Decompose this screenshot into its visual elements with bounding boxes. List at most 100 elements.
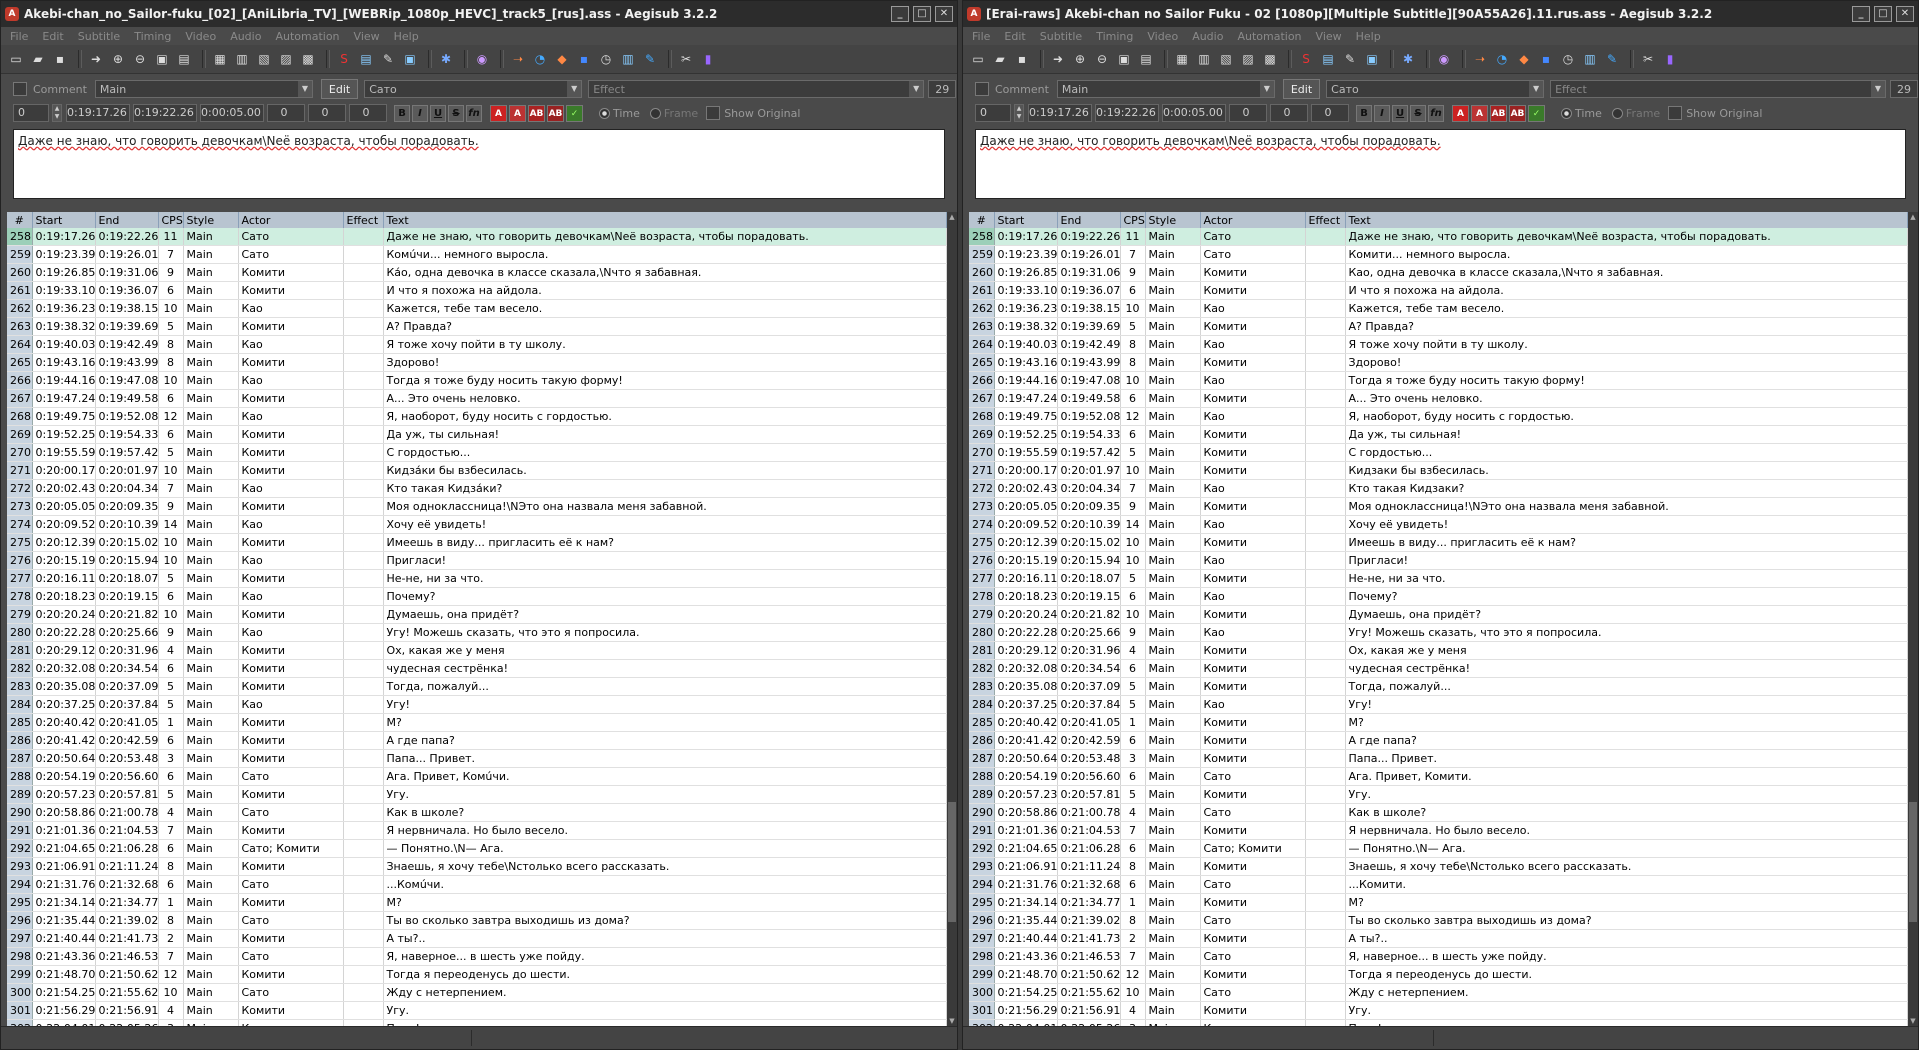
table-row[interactable]: 259 0:19:23.39 0:19:26.01 7 Main Сато Комити..… (969, 245, 1908, 264)
subtitles-icon[interactable]: ▩ (1261, 50, 1279, 68)
table-row[interactable]: 285 0:20:40.42 0:20:41.05 1 Main Комити М? (7, 713, 947, 732)
bold-button[interactable]: B (394, 104, 410, 122)
table-row[interactable]: 296 0:21:35.44 0:21:39.02 8 Main Сато Ты во ск… (969, 911, 1908, 930)
font-button[interactable]: fn (466, 104, 482, 122)
find-replace-icon[interactable]: ✱ (1399, 50, 1417, 68)
margin-vertical-field[interactable]: 0 (1311, 104, 1349, 122)
table-row[interactable]: 266 0:19:44.16 0:19:47.08 10 Main Као Тогда я … (7, 371, 947, 390)
frame-radio[interactable] (649, 107, 661, 119)
italic-button[interactable]: I (1374, 104, 1390, 122)
table-row[interactable]: 283 0:20:35.08 0:20:37.09 5 Main Комити Тогда,… (969, 677, 1908, 696)
table-row[interactable]: 275 0:20:12.39 0:20:15.02 10 Main Комити Имееш… (7, 533, 947, 552)
table-row[interactable]: 286 0:20:41.42 0:20:42.59 6 Main Комити А где … (7, 731, 947, 750)
table-row[interactable]: 273 0:20:05.05 0:20:09.35 9 Main Комити Моя од… (969, 497, 1908, 516)
table-row[interactable]: 262 0:19:36.23 0:19:38.15 10 Main Као Кажется,… (969, 299, 1908, 318)
time-radio[interactable] (1561, 107, 1572, 119)
title-bar[interactable]: A [Erai-raws] Akebi-chan no Sailor Fuku … (963, 1, 1918, 27)
table-row[interactable]: 265 0:19:43.16 0:19:43.99 8 Main Комити Здоров… (969, 353, 1908, 372)
new-file-icon[interactable]: ▭ (7, 50, 25, 68)
table-row[interactable]: 297 0:21:40.44 0:21:41.73 2 Main Комити А ты?.… (969, 929, 1908, 948)
end-time-field[interactable]: 0:19:22.26 (1095, 104, 1159, 122)
new-file-icon[interactable]: ▭ (969, 50, 987, 68)
show-original-checkbox[interactable] (1668, 106, 1683, 120)
bold-button[interactable]: B (1356, 104, 1372, 122)
layout-icon[interactable]: ▧ (255, 50, 273, 68)
start-time-field[interactable]: 0:19:17.26 (1028, 104, 1092, 122)
kanji-timer-icon[interactable]: ◔ (1493, 50, 1511, 68)
table-row[interactable]: 260 0:19:26.85 0:19:31.06 9 Main Комити Као, о… (969, 263, 1908, 282)
show-original-checkbox[interactable] (706, 106, 721, 120)
table-row[interactable]: 293 0:21:06.91 0:21:11.24 8 Main Комити Знаешь… (969, 857, 1908, 876)
primary-color-button[interactable]: A (1452, 104, 1469, 122)
shadow-color-button[interactable]: AB (547, 104, 564, 122)
table-row[interactable]: 299 0:21:48.70 0:21:50.62 12 Main Комити Тогда… (969, 965, 1908, 984)
styles-manager-icon[interactable]: S (335, 50, 353, 68)
table-row[interactable]: 267 0:19:47.24 0:19:49.58 6 Main Комити А... Э… (969, 389, 1908, 408)
table-row[interactable]: 289 0:20:57.23 0:20:57.81 5 Main Комити Угу. (969, 785, 1908, 804)
maximize-button[interactable]: □ (1874, 6, 1892, 22)
styles-manager-icon[interactable]: S (1297, 50, 1315, 68)
primary-color-button[interactable]: A (490, 104, 507, 122)
table-row[interactable]: 287 0:20:50.64 0:20:53.48 3 Main Комити Папа..… (7, 749, 947, 768)
table-row[interactable]: 282 0:20:32.08 0:20:34.54 6 Main Комити чудесн… (969, 659, 1908, 678)
start-time-field[interactable]: 0:19:17.26 (66, 104, 130, 122)
table-row[interactable]: 280 0:20:22.28 0:20:25.66 9 Main Као Угу! Може… (969, 623, 1908, 642)
column-header[interactable]: CPS (1120, 212, 1146, 228)
table-row[interactable]: 266 0:19:44.16 0:19:47.08 10 Main Као Тогда я … (969, 371, 1908, 390)
table-row[interactable]: 294 0:21:31.76 0:21:32.68 6 Main Сато ...Комúч… (7, 875, 947, 894)
minimize-button[interactable]: _ (1852, 6, 1870, 22)
margin-right-field[interactable]: 0 (308, 104, 346, 122)
menu-item-help[interactable]: Help (1356, 30, 1381, 43)
table-row[interactable]: 289 0:20:57.23 0:20:57.81 5 Main Комити Угу. (7, 785, 947, 804)
video-zoom-icon[interactable]: ▣ (153, 50, 171, 68)
menu-item-video[interactable]: Video (185, 30, 216, 43)
layer-spinner[interactable]: ▲ ▼ (1014, 104, 1024, 122)
table-row[interactable]: 290 0:20:58.86 0:21:00.78 4 Main Сато Как в шк… (969, 803, 1908, 822)
table-row[interactable]: 263 0:19:38.32 0:19:39.69 5 Main Комити А? Пра… (7, 317, 947, 336)
table-row[interactable]: 277 0:20:16.11 0:20:18.07 5 Main Комити Не-не,… (969, 569, 1908, 588)
fullscreen-icon[interactable]: ▨ (1239, 50, 1257, 68)
table-row[interactable]: 261 0:19:33.10 0:19:36.07 6 Main Комити И что … (969, 281, 1908, 300)
layer-spinner[interactable]: ▲ ▼ (52, 104, 62, 122)
scroll-up-icon[interactable]: ▲ (1908, 212, 1918, 222)
timing-post-processor-icon[interactable]: ◆ (1515, 50, 1533, 68)
table-row[interactable]: 276 0:20:15.19 0:20:15.94 10 Main Као Пригласи… (969, 551, 1908, 570)
jump-to-icon[interactable]: ➜ (87, 50, 105, 68)
column-header[interactable]: End (1057, 212, 1121, 228)
video-zoom-icon[interactable]: ▣ (1115, 50, 1133, 68)
column-header[interactable]: Actor (1200, 212, 1306, 228)
table-row[interactable]: 294 0:21:31.76 0:21:32.68 6 Main Сато ...Комит… (969, 875, 1908, 894)
table-row[interactable]: 261 0:19:33.10 0:19:36.07 6 Main Комити И что … (7, 281, 947, 300)
resample-icon[interactable]: ▪ (575, 50, 593, 68)
snapshot-icon[interactable]: ▤ (1137, 50, 1155, 68)
table-row[interactable]: 270 0:19:55.59 0:19:57.42 5 Main Комити С горд… (7, 443, 947, 462)
menu-item-file[interactable]: File (10, 30, 28, 43)
properties-icon[interactable]: ▤ (1319, 50, 1337, 68)
table-row[interactable]: 267 0:19:47.24 0:19:49.58 6 Main Комити А... Э… (7, 389, 947, 408)
secondary-color-button[interactable]: A (509, 104, 526, 122)
layout-icon[interactable]: ▧ (1217, 50, 1235, 68)
layer-field[interactable]: 0 (13, 104, 49, 122)
table-row[interactable]: 271 0:20:00.17 0:20:01.97 10 Main Комити Кидза… (969, 461, 1908, 480)
scroll-thumb[interactable] (1909, 802, 1917, 922)
outline-color-button[interactable]: AB (528, 104, 545, 122)
options-icon[interactable]: ✂ (677, 50, 695, 68)
table-row[interactable]: 258 0:19:17.26 0:19:22.26 11 Main Сато Даже не… (7, 228, 947, 246)
end-time-field[interactable]: 0:19:22.26 (133, 104, 197, 122)
margin-right-field[interactable]: 0 (1270, 104, 1308, 122)
underline-button[interactable]: U (430, 104, 446, 122)
table-row[interactable]: 286 0:20:41.42 0:20:42.59 6 Main Комити А где … (969, 731, 1908, 750)
column-header[interactable]: Style (183, 212, 239, 228)
column-header[interactable]: Start (994, 212, 1058, 228)
subtitle-grid[interactable]: # Start End CPS Style Actor Effect Text 258 0:19… (7, 212, 947, 1026)
subtitle-grid[interactable]: # Start End CPS Style Actor Effect Text 258 0:19… (969, 212, 1908, 1026)
translation-assistant-icon[interactable]: ✎ (641, 50, 659, 68)
visual-typesetting-icon[interactable]: ▥ (1581, 50, 1599, 68)
shift-times-icon[interactable]: ➝ (1471, 50, 1489, 68)
column-header[interactable]: End (95, 212, 159, 228)
table-row[interactable]: 283 0:20:35.08 0:20:37.09 5 Main Комити Тогда,… (7, 677, 947, 696)
table-row[interactable]: 277 0:20:16.11 0:20:18.07 5 Main Комити Не-не,… (7, 569, 947, 588)
table-row[interactable]: 281 0:20:29.12 0:20:31.96 4 Main Комити Ох, ка… (969, 641, 1908, 660)
comment-checkbox[interactable] (975, 82, 989, 96)
subtitle-edit-box[interactable]: Даже не знаю, что говорить девочкам\Nеё … (975, 129, 1906, 199)
